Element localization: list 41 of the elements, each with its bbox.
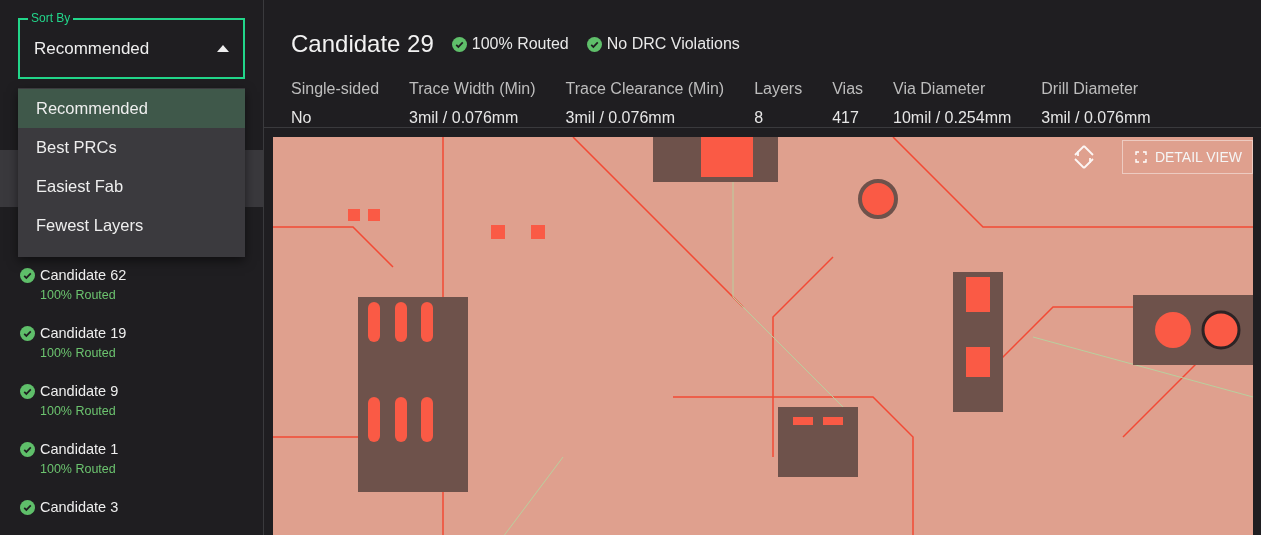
spec-label: Trace Clearance (Min) <box>565 80 725 98</box>
field-label: Sort By <box>28 11 74 25</box>
spec-value: 3mil / 0.076mm <box>565 109 676 127</box>
spec-label: Single-sided <box>291 80 380 98</box>
check-icon <box>451 36 467 52</box>
spec-value: 417 <box>832 109 860 127</box>
spec-value: 3mil / 0.076mm <box>1041 109 1151 127</box>
spec-label: Layers <box>754 80 803 98</box>
fullscreen-icon <box>1134 151 1147 163</box>
menu-item[interactable]: Fewest Layers <box>18 206 245 245</box>
status-label: 100% Routed <box>471 35 569 53</box>
routing-status: 100% Routed <box>40 462 116 476</box>
spec-value: No <box>291 109 313 127</box>
status-label: No DRC Violations <box>606 35 740 53</box>
spec-value: 3mil / 0.076mm <box>409 109 520 127</box>
check-icon <box>20 499 35 515</box>
candidate-name[interactable]: Candidate 3 <box>40 499 119 515</box>
check-icon <box>586 36 602 52</box>
spec-label: Vias <box>832 80 864 98</box>
menu-item[interactable]: Recommended <box>18 89 245 128</box>
spec-value: 8 <box>754 109 765 127</box>
candidate-name[interactable]: Candidate 62 <box>40 267 127 283</box>
check-icon <box>20 267 35 283</box>
routing-status: 100% Routed <box>40 346 116 360</box>
menu-item[interactable]: Best PRCs <box>18 128 245 167</box>
spec-label: Via Diameter <box>893 80 987 98</box>
candidate-title: Candidate 29 <box>291 30 434 58</box>
spec-value: 10mil / 0.254mm <box>893 109 1012 127</box>
swap-icon[interactable] <box>1071 144 1097 170</box>
menu-item[interactable]: Easiest Fab <box>18 167 245 206</box>
spec-label: Drill Diameter <box>1041 80 1140 98</box>
check-icon <box>20 441 35 457</box>
candidate-name[interactable]: Candidate 9 <box>40 383 119 399</box>
routing-status: 100% Routed <box>40 404 116 418</box>
routing-status: 100% Routed <box>40 288 116 302</box>
candidate-name[interactable]: Candidate 19 <box>40 325 127 341</box>
check-icon <box>20 383 35 399</box>
spec-label: Trace Width (Min) <box>409 80 536 98</box>
check-icon <box>20 325 35 341</box>
candidate-name[interactable]: Candidate 1 <box>40 441 119 457</box>
caret-icon <box>217 45 229 52</box>
